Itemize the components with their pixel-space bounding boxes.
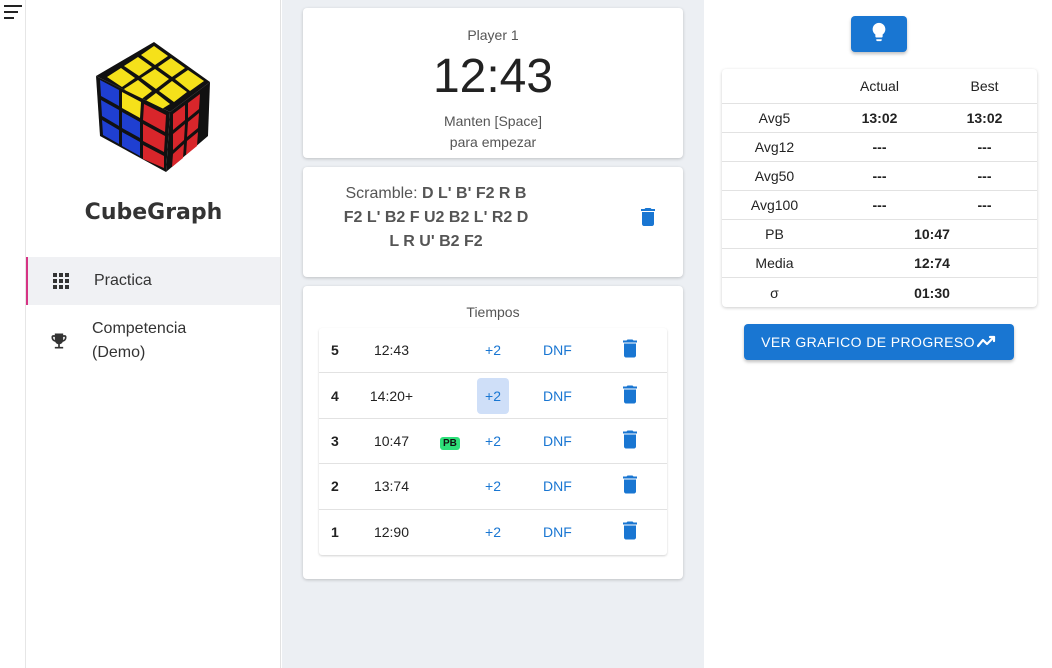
stat-value: 01:30	[914, 284, 950, 301]
plus2-button[interactable]: +2	[477, 423, 509, 459]
stat-best: ---	[977, 197, 992, 213]
plus2-button[interactable]: +2	[477, 468, 509, 504]
table-row: 1 12:90 +2 DNF	[319, 510, 667, 555]
stats-row: PB 10:47	[722, 220, 1037, 249]
solve-index: 1	[331, 524, 339, 541]
stat-actual: 13:02	[861, 110, 898, 126]
table-row: 3 10:47 PB +2 DNF	[319, 419, 667, 465]
trash-icon[interactable]	[623, 430, 637, 451]
table-row: 4 14:20+ +2 DNF	[319, 373, 667, 419]
solve-time: 13:74	[373, 478, 410, 495]
progress-graph-button[interactable]: VER GRAFICO DE PROGRESO	[744, 324, 1014, 360]
trash-icon[interactable]	[641, 208, 655, 231]
plus2-button[interactable]: +2	[477, 332, 509, 368]
lightbulb-icon	[871, 22, 887, 47]
solve-index: 2	[331, 478, 339, 495]
stats-row: Avg12 --- ---	[722, 133, 1037, 162]
solve-time: 12:43	[373, 342, 410, 359]
dnf-button[interactable]: DNF	[543, 388, 572, 404]
sidebar-item-label: Competencia (Demo)	[92, 317, 186, 365]
solve-time: 12:90	[373, 524, 410, 541]
stats-row: Avg5 13:02 13:02	[722, 104, 1037, 133]
timer-hint: Manten [Space] para empezar	[303, 111, 683, 153]
solve-time: 14:20+	[369, 387, 414, 404]
stat-value: 10:47	[914, 226, 950, 242]
tip-button[interactable]	[851, 16, 907, 52]
scramble-moves: D L' B' F2 R B	[421, 185, 527, 202]
sidebar-item-practica[interactable]: Practica	[26, 257, 280, 305]
dnf-button[interactable]: DNF	[543, 478, 572, 494]
trash-icon[interactable]	[623, 385, 637, 406]
sidebar-item-label-line2: (Demo)	[92, 344, 146, 361]
header-actual: Actual	[860, 78, 899, 94]
scramble-text: Scramble: D L' B' F2 R B F2 L' B2 F U2 B…	[321, 182, 551, 254]
trash-icon[interactable]	[623, 475, 637, 497]
main-panel: Player 1 12:43 Manten [Space] para empez…	[282, 0, 704, 668]
stat-actual: ---	[872, 168, 887, 184]
stat-best: ---	[977, 168, 992, 184]
stat-label: σ	[770, 284, 779, 301]
menu-icon[interactable]	[4, 5, 22, 21]
timer-hint-line1: Manten [Space]	[443, 113, 543, 129]
stat-label: Avg50	[754, 168, 795, 184]
solve-index: 3	[331, 432, 339, 449]
scramble-moves: L R U' B2 F2	[389, 233, 483, 250]
trophy-icon	[26, 331, 92, 351]
stats-panel: Actual Best Avg5 13:02 13:02 Avg12 --- -…	[705, 0, 1052, 668]
plus2-button[interactable]: +2	[477, 377, 509, 414]
menu-column	[0, 0, 26, 668]
app-name: CubeGraph	[84, 200, 223, 225]
rubiks-cube-logo	[88, 40, 218, 175]
stats-row: Avg100 --- ---	[722, 191, 1037, 220]
sidebar-item-label-line1: Competencia	[92, 320, 187, 337]
stats-row: σ 01:30	[722, 278, 1037, 307]
grid-icon	[28, 272, 94, 290]
player-name: Player 1	[467, 27, 519, 43]
progress-graph-label: VER GRAFICO DE PROGRESO	[761, 334, 975, 350]
timer-hint-line2: para empezar	[449, 134, 537, 150]
trash-icon[interactable]	[623, 339, 637, 361]
timer-display: 12:43	[432, 50, 554, 103]
scramble-moves: F2 L' B2 F U2 B2 L' R2 D	[343, 209, 529, 226]
stat-label: PB	[765, 226, 784, 242]
timer-card[interactable]: Player 1 12:43 Manten [Space] para empez…	[303, 8, 683, 158]
table-row: 5 12:43 +2 DNF	[319, 328, 667, 374]
stats-header: Actual Best	[722, 69, 1037, 104]
header-best: Best	[970, 78, 999, 94]
scramble-card: Scramble: D L' B' F2 R B F2 L' B2 F U2 B…	[303, 167, 683, 277]
stat-best: ---	[977, 139, 992, 155]
dnf-button[interactable]: DNF	[543, 342, 572, 358]
stat-actual: ---	[872, 139, 887, 155]
stat-label: Avg100	[750, 197, 799, 213]
table-row: 2 13:74 +2 DNF	[319, 464, 667, 510]
times-table: 5 12:43 +2 DNF 4 14:20+ +2 DNF 3 10:47 P…	[319, 328, 667, 555]
trending-icon	[975, 334, 997, 351]
stat-label: Media	[755, 255, 794, 271]
sidebar: CubeGraph Practica Competencia (Demo)	[26, 0, 281, 668]
stat-best: 13:02	[966, 110, 1003, 126]
times-title: Tiempos	[466, 304, 520, 320]
dnf-button[interactable]: DNF	[543, 433, 572, 449]
solve-index: 4	[331, 387, 339, 404]
scramble-label: Scramble:	[345, 185, 418, 202]
stats-row: Avg50 --- ---	[722, 162, 1037, 191]
times-card: Tiempos 5 12:43 +2 DNF 4 14:20+ +2 DNF 3…	[303, 286, 683, 579]
solve-time: 10:47	[373, 432, 410, 449]
stat-label: Avg12	[754, 139, 795, 155]
pb-badge: PB	[440, 436, 460, 450]
dnf-button[interactable]: DNF	[543, 524, 572, 540]
sidebar-item-label: Practica	[94, 272, 152, 289]
sidebar-item-competencia[interactable]: Competencia (Demo)	[26, 313, 280, 369]
stats-table: Actual Best Avg5 13:02 13:02 Avg12 --- -…	[722, 69, 1037, 307]
plus2-button[interactable]: +2	[477, 514, 509, 550]
solve-index: 5	[331, 342, 339, 359]
stat-label: Avg5	[758, 110, 791, 126]
trash-icon[interactable]	[623, 521, 637, 543]
stat-value: 12:74	[914, 255, 950, 271]
stat-actual: ---	[872, 197, 887, 213]
stats-row: Media 12:74	[722, 249, 1037, 278]
